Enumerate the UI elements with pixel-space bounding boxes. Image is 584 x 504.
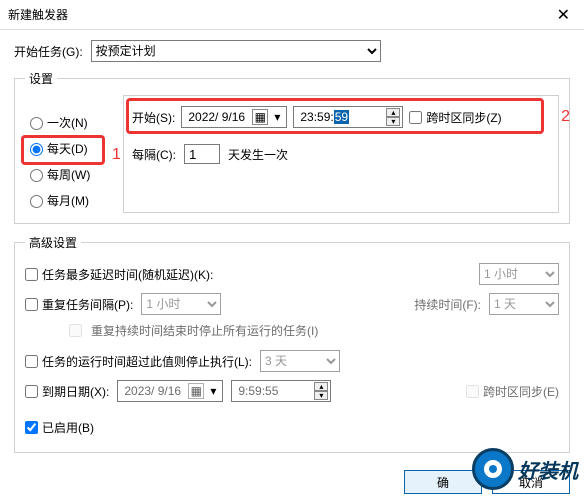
delay-label: 任务最多延迟时间(随机延迟)(K): xyxy=(42,266,213,283)
date-dropdown-icon[interactable]: ▾ xyxy=(270,110,284,124)
stop-after-select[interactable]: 3 天 xyxy=(260,350,340,372)
cancel-button-label: 取消 xyxy=(519,474,543,491)
radio-once[interactable]: 一次(N) xyxy=(25,109,123,135)
interval-label: 每隔(C): xyxy=(132,146,176,163)
delay-select[interactable]: 1 小时 xyxy=(479,263,559,285)
expire-date-picker[interactable]: 2023/ 9/16 ▦ ▾ xyxy=(117,380,223,402)
spin-up-icon[interactable]: ▴ xyxy=(386,108,400,117)
window-title: 新建触发器 xyxy=(8,6,68,23)
cancel-button[interactable]: 取消 xyxy=(492,470,570,494)
radio-daily-label: 每天(D) xyxy=(47,140,88,157)
radio-daily[interactable]: 每天(D) xyxy=(25,135,123,161)
time-spinner[interactable]: ▴▾ xyxy=(386,108,400,126)
annotation-number-1: 1 xyxy=(112,146,121,164)
expire-time-text: 9:59:55 xyxy=(238,384,278,398)
start-label: 开始(S): xyxy=(132,109,175,126)
radio-monthly-label: 每月(M) xyxy=(47,192,89,209)
advanced-group: 高级设置 任务最多延迟时间(随机延迟)(K): 1 小时 重复任务间隔(P): … xyxy=(14,234,570,453)
settings-legend: 设置 xyxy=(25,70,57,87)
date-dropdown-icon[interactable]: ▾ xyxy=(206,384,220,398)
duration-label: 持续时间(F): xyxy=(414,296,481,313)
repeat-checkbox[interactable]: 重复任务间隔(P): xyxy=(25,296,133,313)
expire-tz-checkbox: 跨时区同步(E) xyxy=(466,383,559,400)
expire-date-text: 2023/ 9/16 xyxy=(124,384,181,398)
stop-all-checkbox xyxy=(69,324,82,337)
sync-tz-checkbox[interactable]: 跨时区同步(Z) xyxy=(409,109,501,126)
stop-all-label: 重复持续时间结束时停止所有运行的任务(I) xyxy=(91,322,318,339)
expire-label: 到期日期(X): xyxy=(42,383,109,400)
sync-tz-label: 跨时区同步(Z) xyxy=(426,109,501,126)
repeat-label: 重复任务间隔(P): xyxy=(42,296,133,313)
start-date-text: 2022/ 9/16 xyxy=(188,110,245,124)
spin-down-icon[interactable]: ▾ xyxy=(314,391,328,400)
calendar-icon[interactable]: ▦ xyxy=(252,109,268,125)
radio-weekly-label: 每周(W) xyxy=(47,166,90,183)
delay-checkbox[interactable]: 任务最多延迟时间(随机延迟)(K): xyxy=(25,266,213,283)
stop-after-checkbox[interactable]: 任务的运行时间超过此值则停止执行(L): xyxy=(25,353,252,370)
spin-down-icon[interactable]: ▾ xyxy=(386,117,400,126)
repeat-interval-select[interactable]: 1 小时 xyxy=(141,293,221,315)
spin-up-icon[interactable]: ▴ xyxy=(314,382,328,391)
duration-select[interactable]: 1 天 xyxy=(489,293,559,315)
calendar-icon[interactable]: ▦ xyxy=(188,383,204,399)
radio-weekly[interactable]: 每周(W) xyxy=(25,161,123,187)
start-time-picker[interactable]: 23:59:59 ▴▾ xyxy=(293,106,403,128)
annotation-number-2: 2 xyxy=(561,108,570,126)
begin-task-label: 开始任务(G): xyxy=(14,43,83,60)
expire-time-picker[interactable]: 9:59:55 ▴▾ xyxy=(231,380,331,402)
expire-tz-label: 跨时区同步(E) xyxy=(483,383,559,400)
start-time-text: 23:59:59 xyxy=(300,110,349,124)
begin-task-select[interactable]: 按预定计划 xyxy=(91,40,381,62)
advanced-legend: 高级设置 xyxy=(25,234,81,251)
ok-button[interactable]: 确 xyxy=(404,470,482,494)
interval-suffix: 天发生一次 xyxy=(228,146,288,163)
settings-group: 设置 一次(N) 每天(D) 每周(W) 每月(M) xyxy=(14,70,570,224)
interval-input[interactable] xyxy=(184,144,220,164)
radio-once-label: 一次(N) xyxy=(47,114,88,131)
start-date-picker[interactable]: 2022/ 9/16 ▦ ▾ xyxy=(181,106,287,128)
enabled-label: 已启用(B) xyxy=(42,419,94,436)
close-icon[interactable]: ✕ xyxy=(551,3,576,27)
time-spinner[interactable]: ▴▾ xyxy=(314,382,328,400)
expire-checkbox[interactable]: 到期日期(X): xyxy=(25,383,109,400)
radio-monthly[interactable]: 每月(M) xyxy=(25,187,123,213)
enabled-checkbox[interactable]: 已启用(B) xyxy=(25,419,94,436)
ok-button-label: 确 xyxy=(437,474,449,491)
stop-after-label: 任务的运行时间超过此值则停止执行(L): xyxy=(42,353,252,370)
